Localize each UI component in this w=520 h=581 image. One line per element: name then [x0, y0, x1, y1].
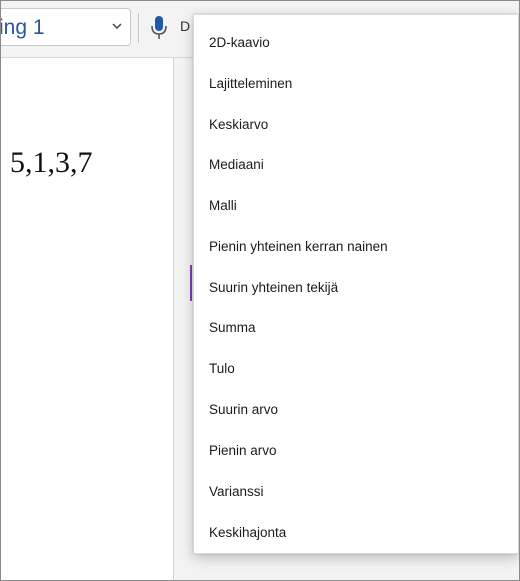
toolbar-separator — [138, 13, 139, 43]
menu-item-sum[interactable]: Summa — [194, 308, 518, 348]
style-dropdown-value: ing 1 — [0, 16, 45, 39]
insertion-marker — [190, 265, 192, 301]
dictate-button-label[interactable]: D — [180, 18, 190, 34]
menu-item-product[interactable]: Tulo — [194, 349, 518, 389]
microphone-icon[interactable] — [149, 15, 169, 41]
math-commands-menu: 2D-kaavio Lajitteleminen Keskiarvo Media… — [193, 14, 519, 554]
style-dropdown[interactable]: ing 1 — [0, 8, 131, 46]
chevron-down-icon — [112, 23, 122, 30]
menu-item-std-dev[interactable]: Keskihajonta — [194, 513, 518, 553]
menu-item-min[interactable]: Pienin arvo — [194, 431, 518, 471]
menu-item-max[interactable]: Suurin arvo — [194, 390, 518, 430]
menu-item-gcd[interactable]: Suurin yhteinen tekijä — [194, 268, 518, 308]
menu-item-mode[interactable]: Malli — [194, 186, 518, 226]
app-window: ing 1 D 5,1,3,7 2D-kaavio Lajitteleminen… — [0, 0, 520, 581]
menu-item-mean[interactable]: Keskiarvo — [194, 105, 518, 145]
menu-item-sort[interactable]: Lajitteleminen — [194, 64, 518, 104]
document-text[interactable]: 5,1,3,7 — [10, 146, 93, 180]
menu-item-lcm[interactable]: Pienin yhteinen kerran nainen — [194, 227, 518, 267]
menu-item-median[interactable]: Mediaani — [194, 145, 518, 185]
menu-item-variance[interactable]: Varianssi — [194, 472, 518, 512]
menu-item-2d-graph[interactable]: 2D-kaavio — [194, 23, 518, 63]
document-page[interactable]: 5,1,3,7 — [1, 58, 174, 580]
